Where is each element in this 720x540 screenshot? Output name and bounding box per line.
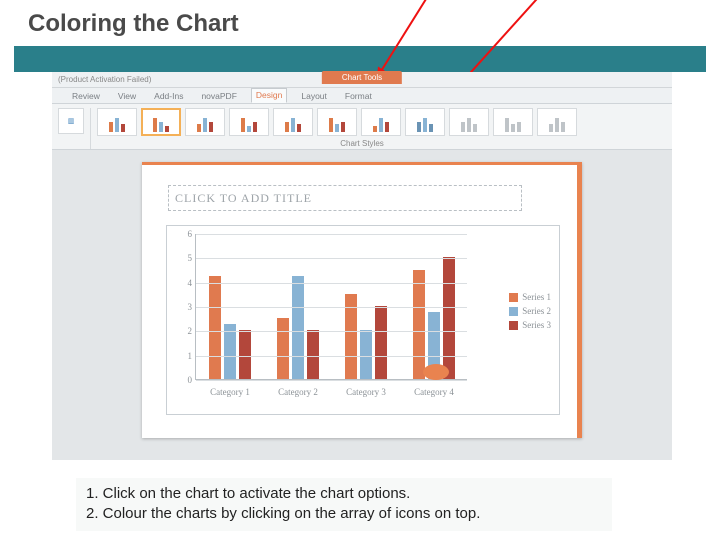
- y-axis-tick-label: 0: [180, 375, 192, 385]
- chart-style-swatch[interactable]: [537, 108, 577, 136]
- slide[interactable]: CLICK TO ADD TITLE 0 1 2 3 4 5 6 Category 1 Cate…: [142, 162, 582, 438]
- ribbon: ▥: [52, 104, 672, 150]
- chart-object[interactable]: 0 1 2 3 4 5 6 Category 1 Category 2 Category 3 Cat…: [166, 225, 560, 415]
- chart-style-swatch[interactable]: [493, 108, 533, 136]
- bar: [443, 257, 455, 379]
- tab-review[interactable]: Review: [68, 90, 104, 103]
- tab-novapdf[interactable]: novaPDF: [197, 90, 240, 103]
- x-axis-tick-label: Category 1: [210, 387, 250, 397]
- change-chart-type-button[interactable]: ▥: [58, 108, 84, 134]
- y-axis-tick-label: 6: [180, 229, 192, 239]
- x-axis-tick-label: Category 4: [414, 387, 454, 397]
- x-axis-tick-label: Category 3: [346, 387, 386, 397]
- instruction-line: 1. Click on the chart to activate the ch…: [86, 484, 602, 504]
- bar: [413, 270, 425, 380]
- tab-design[interactable]: Design: [251, 88, 287, 103]
- legend-swatch-icon: [509, 307, 518, 316]
- title-underline-bar: [14, 46, 706, 72]
- chart-style-swatch[interactable]: [405, 108, 445, 136]
- legend-swatch-icon: [509, 321, 518, 330]
- title-placeholder[interactable]: CLICK TO ADD TITLE: [168, 185, 522, 211]
- legend-label: Series 1: [522, 292, 551, 302]
- legend-label: Series 3: [522, 320, 551, 330]
- legend-swatch-icon: [509, 293, 518, 302]
- instruction-line: 2. Colour the charts by clicking on the …: [86, 504, 602, 524]
- y-axis-tick-label: 1: [180, 351, 192, 361]
- slide-title: Coloring the Chart: [28, 10, 692, 38]
- office-screenshot: (Product Activation Failed) Chart Tools …: [52, 72, 672, 460]
- ribbon-tabstrip: Review View Add-Ins novaPDF Design Layou…: [52, 88, 672, 104]
- chart-style-swatch[interactable]: [97, 108, 137, 136]
- y-axis-tick-label: 4: [180, 278, 192, 288]
- instruction-box: 1. Click on the chart to activate the ch…: [76, 478, 612, 531]
- bar: [224, 324, 236, 379]
- chart-style-swatch-selected[interactable]: [141, 108, 181, 136]
- chart-style-swatch[interactable]: [185, 108, 225, 136]
- gridline: [196, 258, 467, 259]
- chart-style-swatch[interactable]: [317, 108, 357, 136]
- y-axis-tick-label: 3: [180, 302, 192, 312]
- bar: [292, 276, 304, 379]
- y-axis-tick-label: 5: [180, 253, 192, 263]
- chart-style-swatch[interactable]: [229, 108, 269, 136]
- y-axis-tick-label: 2: [180, 326, 192, 336]
- x-axis-tick-label: Category 2: [278, 387, 318, 397]
- chart-style-swatch[interactable]: [361, 108, 401, 136]
- tab-format[interactable]: Format: [341, 90, 376, 103]
- chart-style-swatch[interactable]: [449, 108, 489, 136]
- tab-addins[interactable]: Add-Ins: [150, 90, 187, 103]
- legend-item: Series 1: [509, 292, 551, 302]
- bar: [375, 306, 387, 379]
- bar: [209, 276, 221, 379]
- mouse-cursor-highlight: [423, 364, 449, 380]
- legend-item: Series 3: [509, 320, 551, 330]
- titlebar: (Product Activation Failed) Chart Tools: [52, 72, 672, 88]
- slide-accent-bar: [577, 165, 582, 438]
- legend-item: Series 2: [509, 306, 551, 316]
- chart-icon: ▥: [68, 117, 75, 125]
- gridline: [196, 380, 467, 381]
- ribbon-group-label-chart-styles: Chart Styles: [340, 139, 384, 148]
- activation-notice: (Product Activation Failed): [52, 75, 151, 84]
- ribbon-separator: [90, 108, 91, 149]
- gridline: [196, 283, 467, 284]
- slide-canvas-area: CLICK TO ADD TITLE 0 1 2 3 4 5 6 Category 1 Cate…: [52, 150, 672, 460]
- chart-style-swatch[interactable]: [273, 108, 313, 136]
- gridline: [196, 234, 467, 235]
- bar: [277, 318, 289, 379]
- gridline: [196, 356, 467, 357]
- tab-layout[interactable]: Layout: [297, 90, 331, 103]
- gridline: [196, 331, 467, 332]
- legend-label: Series 2: [522, 306, 551, 316]
- gridline: [196, 307, 467, 308]
- chart-legend: Series 1 Series 2 Series 3: [509, 292, 551, 334]
- tab-view[interactable]: View: [114, 90, 140, 103]
- chart-tools-contextual-tab: Chart Tools: [322, 71, 402, 84]
- plot-area: 0123456Category 1Category 2Category 3Cat…: [195, 234, 467, 380]
